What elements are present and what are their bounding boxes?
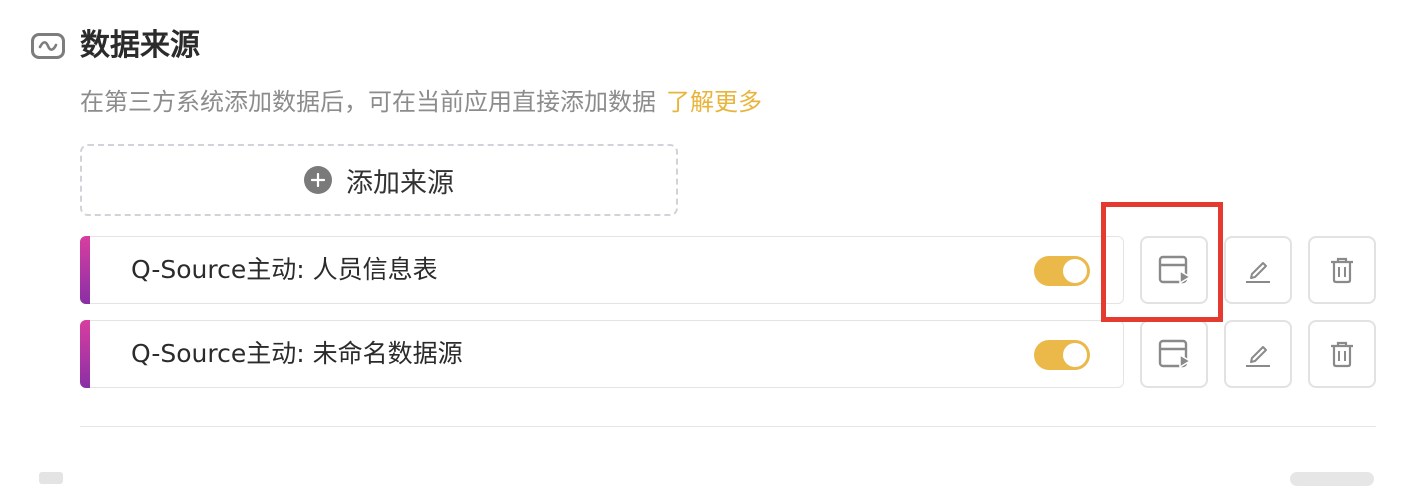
delete-button[interactable] [1308,236,1376,304]
description-text: 在第三方系统添加数据后，可在当前应用直接添加数据 [80,88,656,116]
delete-icon [1331,257,1353,284]
source-row-accent [80,320,90,388]
delete-button[interactable] [1308,320,1376,388]
toggle-knob [1063,259,1087,283]
learn-more-link[interactable]: 了解更多 [666,88,762,116]
data-source-icon [31,33,65,59]
section-title: 数据来源 [80,28,200,63]
add-source-label: 添加来源 [346,167,454,199]
delete-icon [1331,341,1353,368]
source-enable-toggle[interactable] [1034,256,1090,286]
source-row-label: Q-Source主动: 未命名数据源 [131,339,463,368]
section-description: 在第三方系统添加数据后，可在当前应用直接添加数据 了解更多 [80,84,762,120]
edit-button[interactable] [1224,320,1292,388]
preview-icon [1158,339,1191,369]
next-section-toggle[interactable] [1290,472,1374,486]
source-row-accent [80,236,90,304]
source-row-label: Q-Source主动: 人员信息表 [131,255,438,284]
edit-icon [1246,262,1270,283]
source-enable-toggle[interactable] [1034,340,1090,370]
preview-button[interactable] [1140,236,1208,304]
add-source-button[interactable]: 添加来源 [80,144,678,216]
edit-icon [1246,346,1270,367]
source-row-1: Q-Source主动: 人员信息表 [80,236,1124,304]
section-divider [80,426,1376,427]
next-section-icon [39,472,63,484]
preview-icon [1158,255,1191,285]
preview-button[interactable] [1140,320,1208,388]
toggle-knob [1063,343,1087,367]
edit-button[interactable] [1224,236,1292,304]
plus-circle-icon [304,166,332,194]
source-row-2: Q-Source主动: 未命名数据源 [80,320,1124,388]
